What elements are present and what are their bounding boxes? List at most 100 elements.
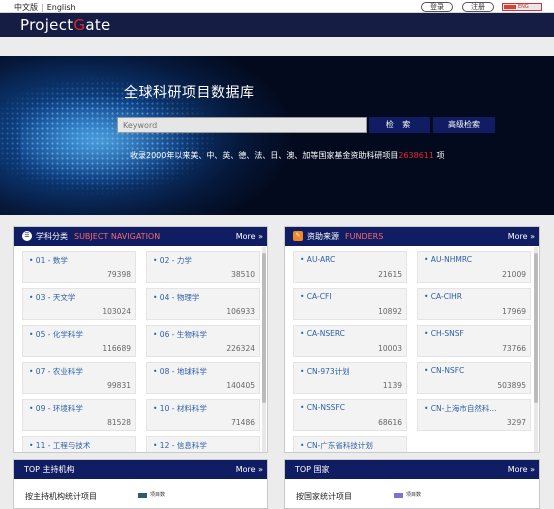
funder-item[interactable]: • CA-CIHR 17969 xyxy=(417,288,531,320)
lang-chinese-link[interactable]: 中文版 xyxy=(14,3,38,12)
subject-item-label: • 06 - 生物科学 xyxy=(153,330,207,339)
subject-item-count: 79398 xyxy=(107,270,131,279)
lang-english-link[interactable]: English xyxy=(47,3,76,12)
funders-more-link[interactable]: More » xyxy=(508,227,535,246)
subject-item[interactable]: • 12 - 信息科学 xyxy=(146,436,260,452)
top-org-subtitle: 按主持机构统计项目 xyxy=(25,492,97,501)
language-switcher: 中文版 | English xyxy=(14,2,76,13)
funders-icon: ✎ xyxy=(293,231,303,241)
funder-item-label: • AU-NHMRC xyxy=(424,255,472,264)
funder-item-count: 3297 xyxy=(506,418,526,427)
subject-navigation-panel: ☰ 学科分类 SUBJECT NAVIGATION More » • 01 - 数… xyxy=(13,226,268,453)
lang-separator: | xyxy=(41,3,44,12)
subject-item-label: • 01 - 数学 xyxy=(29,256,68,265)
funder-item-label: • CH-SNSF xyxy=(424,329,464,338)
subject-item-count: 38510 xyxy=(231,270,255,279)
subject-item[interactable]: • 01 - 数学 79398 xyxy=(22,251,136,283)
subject-item-count: 81528 xyxy=(107,418,131,427)
subject-item[interactable]: • 03 - 天文学 103024 xyxy=(22,288,136,320)
funders-scroll-thumb[interactable] xyxy=(534,253,538,403)
subject-item-label: • 03 - 天文学 xyxy=(29,293,76,302)
subject-item-count: 140405 xyxy=(226,381,255,390)
subject-item[interactable]: • 04 - 物理学 106933 xyxy=(146,288,260,320)
subject-item-label: • 11 - 工程与技术 xyxy=(29,441,91,450)
list-icon: ☰ xyxy=(22,231,32,241)
logo[interactable]: ProjectGate xyxy=(20,17,111,34)
funders-grid: • AU-ARC 21615 • AU-NHMRC 21009 • CA-CFI 1089… xyxy=(285,246,539,452)
top-country-legend-label: 项目数 xyxy=(406,492,422,498)
subject-item[interactable]: • 10 - 材料科学 71486 xyxy=(146,399,260,431)
flag-text: ENG xyxy=(518,4,529,10)
top-org-title: TOP 主持机构 xyxy=(24,465,75,474)
subject-item[interactable]: • 11 - 工程与技术 xyxy=(22,436,136,452)
flag-icon[interactable]: ENG xyxy=(502,3,542,11)
funders-panel: ✎ 资助来源 FUNDERS More » • AU-ARC 21615 • AU-N… xyxy=(284,226,540,453)
funders-title-en: FUNDERS xyxy=(345,232,384,241)
register-button[interactable]: 注册 xyxy=(462,2,494,12)
logo-part-2: ate xyxy=(85,16,111,34)
subject-panel-title: 学科分类 SUBJECT NAVIGATION xyxy=(36,227,160,246)
funder-item-count: 17969 xyxy=(502,307,526,316)
subject-item[interactable]: • 06 - 生物科学 226324 xyxy=(146,325,260,357)
top-org-legend-label: 项目数 xyxy=(150,492,166,498)
subject-item-label: • 04 - 物理学 xyxy=(153,293,200,302)
funder-item-count: 21009 xyxy=(502,270,526,279)
funder-item-count: 1139 xyxy=(382,381,402,390)
subject-scrollbar[interactable] xyxy=(262,247,266,452)
subject-item[interactable]: • 09 - 环境科学 81528 xyxy=(22,399,136,431)
funder-item-count: 10003 xyxy=(378,344,402,353)
login-button[interactable]: 登录 xyxy=(421,2,453,12)
funders-panel-title: 资助来源 FUNDERS xyxy=(307,227,383,246)
top-bar: 中文版 | English 登录 注册 ENG xyxy=(0,0,554,13)
subject-item[interactable]: • 05 - 化学科学 116689 xyxy=(22,325,136,357)
funder-item[interactable]: • CA-CFI 10892 xyxy=(293,288,407,320)
top-organizations-panel: TOP 主持机构 More » 按主持机构统计项目 项目数 xyxy=(13,459,268,509)
funders-scrollbar[interactable] xyxy=(534,247,538,452)
hero-title: 全球科研项目数据库 xyxy=(124,85,255,101)
subject-item-count: 99831 xyxy=(107,381,131,390)
subject-item-label: • 07 - 农业科学 xyxy=(29,367,83,376)
funder-item-label: • CN-NSFC xyxy=(424,366,465,375)
stat-prefix: 收录2000年以来美、中、英、德、法、日、澳、加等国家基金资助科研项目 xyxy=(130,151,399,160)
funder-item[interactable]: • CN-973计划 1139 xyxy=(293,362,407,394)
keyword-search-input[interactable] xyxy=(117,117,367,133)
top-country-subtitle: 按国家统计项目 xyxy=(296,492,352,501)
subject-item-label: • 12 - 信息科学 xyxy=(153,441,207,450)
subject-item[interactable]: • 02 - 力学 38510 xyxy=(146,251,260,283)
subject-item-count: 106933 xyxy=(226,307,255,316)
subject-scroll-thumb[interactable] xyxy=(262,253,266,403)
subject-item[interactable]: • 08 - 地球科学 140405 xyxy=(146,362,260,394)
funder-item-label: • CA-CFI xyxy=(300,292,332,301)
top-org-more-link[interactable]: More » xyxy=(236,460,263,479)
subject-item-label: • 10 - 材料科学 xyxy=(153,404,207,413)
top-countries-panel: TOP 国家 More » 按国家统计项目 项目数 xyxy=(284,459,540,509)
funder-item[interactable]: • CH-SNSF 73766 xyxy=(417,325,531,357)
funder-item[interactable]: • CN-广东省科技计划46352 xyxy=(293,436,407,452)
funder-item[interactable]: • AU-ARC 21615 xyxy=(293,251,407,283)
funder-item-label: • CN-NSSFC xyxy=(300,403,346,412)
funders-panel-header: ✎ 资助来源 FUNDERS More » xyxy=(285,227,539,246)
funder-item[interactable]: • CA-NSERC 10003 xyxy=(293,325,407,357)
subject-title-cn: 学科分类 xyxy=(36,232,68,241)
funder-item-label: • CN-973计划 xyxy=(300,367,350,376)
advanced-search-button[interactable]: 高级检索 xyxy=(433,117,495,133)
funder-item[interactable]: • CN-NSFC 503895 xyxy=(417,362,531,394)
top-country-header: TOP 国家 More » xyxy=(285,460,539,479)
funder-item[interactable]: • CN-上海市自然科... 3297 xyxy=(417,399,531,431)
subject-item-label: • 09 - 环境科学 xyxy=(29,404,83,413)
stat-suffix: 项 xyxy=(434,151,445,160)
subject-item[interactable]: • 07 - 农业科学 99831 xyxy=(22,362,136,394)
top-country-more-link[interactable]: More » xyxy=(508,460,535,479)
search-button[interactable]: 检 索 xyxy=(369,117,430,133)
logo-part-1: Project xyxy=(20,16,74,34)
hero-banner: 全球科研项目数据库 检 索 高级检索 收录2000年以来美、中、英、德、法、日、… xyxy=(0,56,554,215)
funder-item-count: 73766 xyxy=(502,344,526,353)
funder-item-count: 10892 xyxy=(378,307,402,316)
funder-item[interactable]: • AU-NHMRC 21009 xyxy=(417,251,531,283)
subject-more-link[interactable]: More » xyxy=(236,227,263,246)
subject-item-count: 71486 xyxy=(231,418,255,427)
funder-item-count: 21615 xyxy=(378,270,402,279)
subject-item-count: 103024 xyxy=(102,307,131,316)
top-org-legend-swatch xyxy=(138,493,147,498)
funder-item[interactable]: • CN-NSSFC 68616 xyxy=(293,399,407,431)
